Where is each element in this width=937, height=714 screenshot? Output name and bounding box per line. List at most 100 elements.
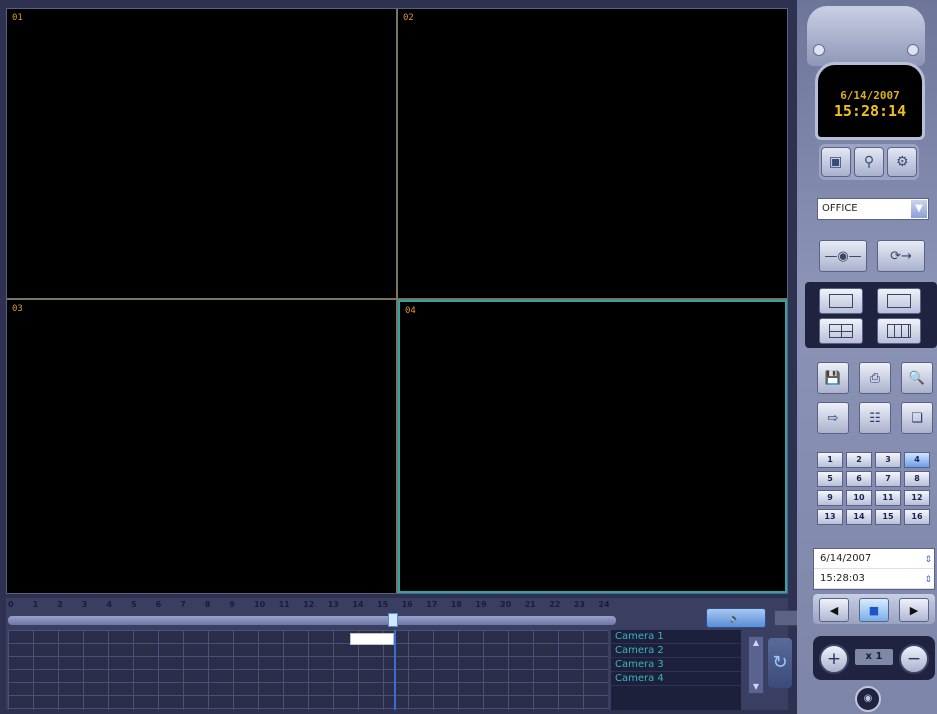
hour-tick-label: 3 [81,600,88,609]
channel-button-11[interactable]: 11 [875,490,901,506]
settings-button[interactable]: ⚙ [887,147,918,177]
refresh-icon: ↻ [772,652,788,673]
record-tracks[interactable] [8,630,608,710]
speed-down-button[interactable]: − [899,644,929,674]
rewind-button[interactable]: ◀ [819,598,849,622]
channel-button-6[interactable]: 6 [846,471,872,487]
playback-controls: ◀ ■ ▶ [813,594,935,624]
speed-controls: + x 1 − [813,636,935,680]
dvr-viewer-window: 01 02 03 04 0 1 2 3 4 5 6 7 8 9 10 11 12 13 14 15 16 17 18… [0,0,937,714]
camera-list-item[interactable]: Camera 3 [611,658,741,672]
camera-list-item[interactable]: Camera 1 [611,630,741,644]
reconnect-icon: ⟳→ [890,248,912,264]
camera-button[interactable]: ▣ [820,147,851,177]
channel-button-16[interactable]: 16 [904,509,930,525]
hour-tick-label: 14 [352,600,364,609]
play-button[interactable]: ▶ [899,598,929,622]
hour-tick-label: 17 [426,600,438,609]
export-icon: ⇨ [827,410,839,426]
hour-tick-label: 24 [598,600,610,609]
backup-icon: ☷ [869,410,881,426]
spin-icon[interactable]: ⇕ [924,551,932,570]
layout-1-icon [829,294,853,308]
hour-tick-label: 16 [401,600,413,609]
layout-4-button[interactable] [819,318,863,344]
channel-button-12[interactable]: 12 [904,490,930,506]
speed-up-button[interactable]: + [819,644,849,674]
channel-button-8[interactable]: 8 [904,471,930,487]
camera-list: Camera 1 Camera 2 Camera 3 Camera 4 [611,630,741,710]
play-backward-icon: ◀ [829,603,839,617]
channel-button-7[interactable]: 7 [875,471,901,487]
hour-tick-label: 6 [155,600,162,609]
video-cell-1[interactable]: 01 [7,9,398,300]
hour-tick-label: 20 [500,600,512,609]
channel-button-13[interactable]: 13 [817,509,843,525]
channel-button-15[interactable]: 15 [875,509,901,525]
save-icon: 💾 [824,370,842,386]
layout-9-icon [887,324,911,338]
search-date-field[interactable]: 6/14/2007 ⇕ [814,549,934,569]
channel-button-10[interactable]: 10 [846,490,872,506]
hour-tick-label: 10 [254,600,266,609]
layout-16-icon [887,294,911,308]
connect-button[interactable]: —◉— [819,240,867,272]
audio-button[interactable]: 🔈 [706,608,766,628]
mode-buttons: ▣ ⚲ ⚙ [819,144,919,180]
hour-tick-label: 11 [278,600,290,609]
hour-tick-label: 13 [327,600,339,609]
channel-button-2[interactable]: 2 [846,452,872,468]
clock-date: 6/14/2007 [840,89,900,102]
channel-button-5[interactable]: 5 [817,471,843,487]
video-cell-2[interactable]: 02 [398,9,787,300]
stop-button[interactable]: ■ [859,598,889,622]
channel-button-14[interactable]: 14 [846,509,872,525]
compare-button[interactable]: ❏ [901,402,933,434]
camera-list-scrollbar[interactable]: ▲ ▼ [748,636,764,694]
channel-label: 03 [12,304,23,314]
zoom-button[interactable]: 🔍 [901,362,933,394]
timeline-panel: 0 1 2 3 4 5 6 7 8 9 10 11 12 13 14 15 16 17 18 19 20 21 22 23 24… [6,598,798,710]
hour-tick-label: 18 [450,600,462,609]
camera-list-item[interactable]: Camera 2 [611,644,741,658]
video-cell-4-selected[interactable]: 04 [398,300,787,593]
time-slider-track[interactable] [8,616,616,625]
channel-button-1[interactable]: 1 [817,452,843,468]
hour-tick-label: 2 [57,600,63,609]
scroll-up-icon[interactable]: ▲ [749,637,763,649]
hour-scale: 0 1 2 3 4 5 6 7 8 9 10 11 12 13 14 15 16 17 18 19 20 21 22 23 24 [6,600,616,614]
print-button[interactable]: ⎙ [859,362,891,394]
video-cell-3[interactable]: 03 [7,300,398,593]
time-slider-thumb[interactable] [388,613,398,627]
clock-time: 15:28:14 [833,102,907,120]
connect-icon: —◉— [824,248,862,264]
backup-button[interactable]: ☷ [859,402,891,434]
refresh-button[interactable]: ↻ [768,638,792,688]
recorded-segment[interactable] [350,633,394,645]
layout-1-button[interactable] [819,288,863,314]
channel-button-4[interactable]: 4 [904,452,930,468]
save-button[interactable]: 💾 [817,362,849,394]
channel-button-3[interactable]: 3 [875,452,901,468]
spin-icon[interactable]: ⇕ [924,571,932,590]
search-date-value: 6/14/2007 [820,553,872,564]
chevron-down-icon[interactable]: ▼ [911,200,927,218]
channel-button-9[interactable]: 9 [817,490,843,506]
site-select[interactable]: OFFICE ▼ [817,198,929,220]
search-button[interactable]: ⚲ [853,147,884,177]
layout-9-button[interactable] [877,318,921,344]
scroll-down-icon[interactable]: ▼ [749,681,763,693]
power-knob[interactable]: ◉ [855,686,881,712]
hour-tick-label: 1 [32,600,39,609]
camera-list-item[interactable]: Camera 4 [611,672,741,686]
timeline-option-box[interactable] [774,610,798,626]
layout-16-button[interactable] [877,288,921,314]
export-button[interactable]: ⇨ [817,402,849,434]
search-time-field[interactable]: 15:28:03 ⇕ [814,569,934,589]
screw-icon [813,44,825,56]
site-select-value: OFFICE [822,203,858,214]
hour-tick-label: 7 [180,600,186,609]
hour-tick-label: 8 [204,600,211,609]
screw-icon [907,44,919,56]
reconnect-button[interactable]: ⟳→ [877,240,925,272]
